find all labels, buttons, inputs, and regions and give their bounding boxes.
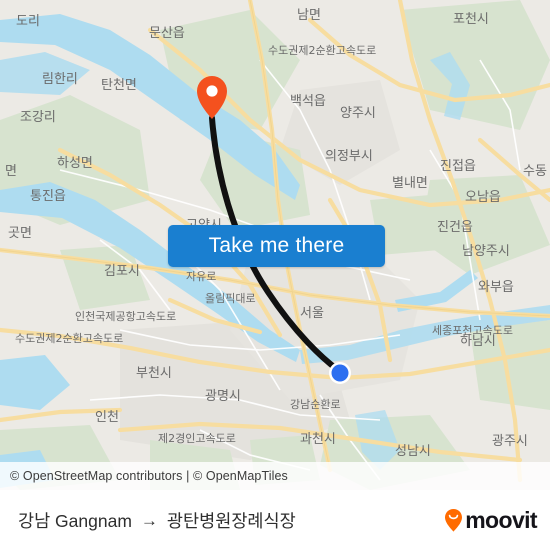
- route-destination-label: 광탄병원장례식장: [166, 510, 296, 531]
- route-origin-label: 강남 Gangnam: [18, 510, 132, 531]
- origin-pin-icon: [197, 76, 227, 119]
- moovit-wordmark: moovit: [465, 506, 537, 533]
- map-view[interactable]: 도리림한리조강리하성면면통진읍곳면탄천면문산읍김포시고양시인천국제공항고속도로자…: [0, 0, 550, 490]
- moovit-logo[interactable]: moovit: [443, 506, 538, 533]
- map-attribution[interactable]: © OpenStreetMap contributors | © OpenMap…: [0, 462, 550, 490]
- route-summary: 강남 Gangnam → 광탄병원장례식장: [18, 508, 296, 533]
- moovit-route-card: 도리림한리조강리하성면면통진읍곳면탄천면문산읍김포시고양시인천국제공항고속도로자…: [0, 0, 550, 550]
- route-arrow-icon: →: [140, 510, 158, 530]
- take-me-there-button[interactable]: Take me there: [168, 225, 385, 267]
- footer-bar: 강남 Gangnam → 광탄병원장례식장 moovit: [0, 490, 550, 550]
- moovit-smiley-pin-icon: [445, 508, 463, 532]
- destination-dot-icon: [329, 362, 351, 384]
